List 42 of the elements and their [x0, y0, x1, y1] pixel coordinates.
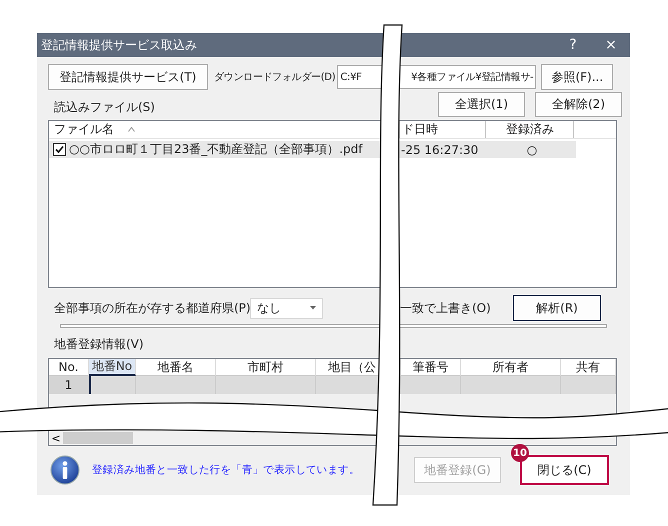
files-label: 読込みファイル(S): [54, 99, 156, 116]
sort-icon: [128, 127, 135, 132]
file-name: ○○市ロロ町１丁目23番_不動産登記（全部事項）.pdf: [69, 141, 362, 158]
column-header[interactable]: 共有: [561, 359, 616, 376]
help-button[interactable]: ?: [554, 37, 592, 53]
column-header[interactable]: 所有者: [461, 359, 561, 376]
deselect-all-button[interactable]: 全解除(2): [535, 92, 622, 117]
service-button[interactable]: 登記情報提供サービス(T): [48, 64, 208, 90]
browse-button[interactable]: 参照(F)...: [541, 64, 614, 90]
folder-label: ダウンロードフォルダー(D): [214, 71, 336, 84]
prefecture-label: 全部事項の所在が存する都道府県(P): [54, 300, 250, 316]
file-row[interactable]: ○○市ロロ町１丁目23番_不動産登記（全部事項）.pdf -25 16:27:30 ○: [49, 141, 576, 158]
column-header[interactable]: 地番名: [136, 359, 216, 376]
parcels-label: 地番登録情報(V): [54, 336, 145, 352]
column-header[interactable]: 市町村: [216, 359, 316, 376]
table-cell[interactable]: [216, 376, 316, 394]
table-cell[interactable]: [89, 376, 136, 394]
download-time: -25 16:27:30: [401, 142, 480, 158]
table-cell[interactable]: [461, 376, 561, 394]
step-badge: 10: [511, 444, 529, 462]
column-header[interactable]: 登録済み: [486, 121, 574, 138]
info-icon: [50, 455, 80, 485]
table-cell[interactable]: [561, 376, 616, 394]
checkbox[interactable]: [53, 143, 66, 156]
column-header[interactable]: 筆番号: [401, 359, 461, 376]
scrollbar-thumb[interactable]: [63, 432, 133, 444]
column-header[interactable]: No.: [49, 359, 89, 376]
registered-mark: ○: [526, 142, 538, 158]
caret-icon: [310, 306, 316, 310]
select-all-button[interactable]: 全選択(1): [438, 92, 525, 117]
folder-field[interactable]: C:¥F ¥各種ファイル¥登記情報サ-: [337, 65, 536, 89]
analyze-button[interactable]: 解析(R): [513, 295, 601, 321]
close-button[interactable]: 閉じる(C): [520, 455, 609, 485]
row-number: 1: [49, 376, 89, 394]
info-message: 登録済み地番と一致した行を「青」で表示しています。: [92, 463, 361, 477]
overwrite-label: 一致で上書き(O): [400, 300, 492, 316]
table-cell[interactable]: [136, 376, 216, 394]
window-title: 登記情報提供サービス取込み: [41, 36, 198, 54]
column-header[interactable]: 地番No: [89, 359, 136, 376]
scroll-left-button[interactable]: <: [49, 432, 63, 444]
table-cell[interactable]: [401, 376, 461, 394]
prefecture-dropdown[interactable]: なし: [250, 298, 323, 318]
